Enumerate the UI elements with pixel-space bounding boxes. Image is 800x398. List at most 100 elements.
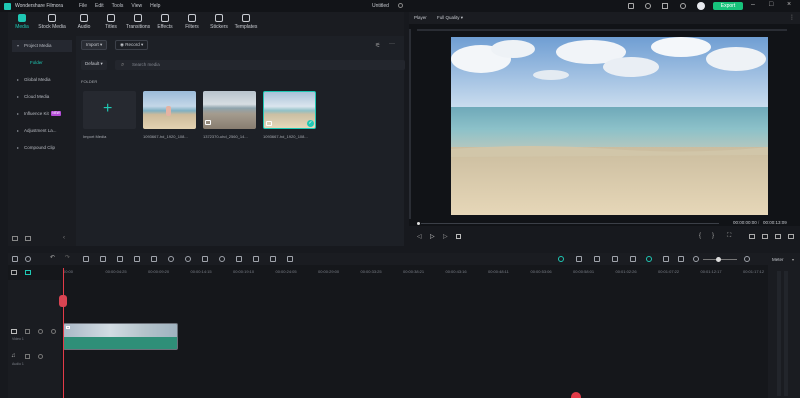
more-icon[interactable]: ···: [389, 41, 395, 47]
mute-icon[interactable]: [38, 329, 43, 334]
next-frame-icon[interactable]: ▷: [443, 233, 448, 240]
select-tool-icon[interactable]: [25, 256, 31, 262]
more-icon[interactable]: ⋮: [789, 14, 795, 21]
menu-edit[interactable]: Edit: [95, 3, 104, 9]
redo-icon[interactable]: ↷: [65, 254, 71, 261]
link-icon[interactable]: [25, 270, 31, 275]
sidebar-item-compound-clip[interactable]: ▸ Compound Clip: [12, 142, 72, 154]
undo-icon[interactable]: ↶: [50, 254, 56, 261]
adjust-icon[interactable]: [236, 256, 242, 262]
mute-icon[interactable]: [38, 354, 43, 359]
previous-frame-icon[interactable]: ◁: [417, 233, 422, 240]
ruler-tick: 00:00:19:10: [233, 269, 255, 274]
tab-titles[interactable]: Titles: [97, 14, 125, 30]
sidebar-item-influence-kit[interactable]: ▸ Influence Kit NEW: [12, 108, 72, 120]
play-icon[interactable]: ▷: [430, 233, 435, 240]
maximize-icon[interactable]: □: [769, 1, 773, 8]
grid-icon[interactable]: [678, 256, 684, 262]
marker-icon[interactable]: [594, 256, 600, 262]
add-track-icon[interactable]: [11, 270, 17, 275]
fullscreen-icon[interactable]: ⛶: [727, 233, 731, 240]
tab-transitions[interactable]: Transitions: [124, 14, 152, 30]
mark-out-icon[interactable]: }: [712, 233, 714, 239]
eye-icon[interactable]: [51, 329, 56, 334]
collapse-icon[interactable]: ‹: [63, 235, 65, 241]
close-icon[interactable]: ×: [787, 1, 791, 8]
magnet-icon[interactable]: [646, 256, 652, 262]
sort-dropdown[interactable]: Default ▾: [81, 60, 107, 70]
sidebar-item-cloud-media[interactable]: ▸ Cloud Media: [12, 91, 72, 103]
tab-templates[interactable]: Templates: [232, 14, 260, 30]
audio-icon[interactable]: [270, 256, 276, 262]
menu-file[interactable]: File: [79, 3, 87, 9]
sidebar-item-global-media[interactable]: ▸ Global Media: [12, 74, 72, 86]
text-icon[interactable]: [151, 256, 157, 262]
playhead-handle[interactable]: [59, 295, 67, 307]
snapshot-icon[interactable]: [762, 234, 768, 239]
tab-stickers[interactable]: Stickers: [205, 14, 233, 30]
tab-audio[interactable]: Audio: [70, 14, 98, 30]
progress-handle[interactable]: [417, 222, 420, 225]
tab-media[interactable]: Media: [8, 14, 36, 30]
color-icon[interactable]: [185, 256, 191, 262]
sidebar-item-adjustment-layer[interactable]: ▸ Adjustment La...: [12, 125, 72, 137]
media-thumbnail[interactable]: [143, 91, 196, 129]
playhead[interactable]: [63, 268, 64, 398]
volume-icon[interactable]: [775, 234, 781, 239]
media-thumbnail[interactable]: [203, 91, 256, 129]
video-clip[interactable]: [63, 323, 178, 350]
zoom-in-icon[interactable]: [744, 256, 750, 262]
layout-icon[interactable]: [662, 3, 668, 9]
settings-icon[interactable]: [680, 3, 686, 9]
tab-effects[interactable]: Effects: [151, 14, 179, 30]
folder-icon[interactable]: [25, 236, 31, 241]
menu-tools[interactable]: Tools: [112, 3, 124, 9]
lock-icon[interactable]: [25, 329, 30, 334]
info-icon[interactable]: [398, 3, 403, 8]
export-button[interactable]: Export: [713, 2, 743, 10]
new-folder-icon[interactable]: [12, 236, 18, 241]
voiceover-icon[interactable]: [612, 256, 618, 262]
record-button[interactable]: ◉ Record ▾: [115, 40, 149, 50]
expand-icon[interactable]: [788, 234, 794, 239]
tab-filters[interactable]: Filters: [178, 14, 206, 30]
layout-icon[interactable]: [12, 256, 18, 262]
ai-icon[interactable]: [287, 256, 293, 262]
menu-help[interactable]: Help: [150, 3, 160, 9]
zoom-out-icon[interactable]: [693, 256, 699, 262]
filter-icon[interactable]: ⚟: [375, 42, 380, 49]
timeline-ruler[interactable]: 00:00 00:00:04:25 00:00:09:20 00:00:14:15 00…: [63, 268, 764, 280]
search-input[interactable]: ⌕ Search media: [115, 60, 405, 70]
render-icon[interactable]: [576, 256, 582, 262]
crop-icon[interactable]: [117, 256, 123, 262]
tag-icon[interactable]: [202, 256, 208, 262]
speed-icon[interactable]: [219, 256, 225, 262]
notification-icon[interactable]: [645, 3, 651, 9]
display-icon[interactable]: [749, 234, 755, 239]
delete-icon[interactable]: [83, 256, 89, 262]
progress-track[interactable]: [421, 223, 719, 224]
auto-ripple-icon[interactable]: [558, 256, 564, 262]
stop-icon[interactable]: [456, 234, 461, 239]
sidebar-item-project-media[interactable]: ▾ Project Media: [12, 40, 72, 52]
view-icon[interactable]: [663, 256, 669, 262]
sidebar-item-folder[interactable]: Folder: [30, 60, 43, 65]
trim-icon[interactable]: [134, 256, 140, 262]
snap-icon[interactable]: [630, 256, 636, 262]
chevron-down-icon[interactable]: ▾: [792, 257, 794, 262]
zoom-icon[interactable]: [168, 256, 174, 262]
minimize-icon[interactable]: –: [751, 1, 755, 8]
quality-dropdown[interactable]: Full Quality ▾: [437, 15, 463, 21]
keyframe-icon[interactable]: [253, 256, 259, 262]
zoom-slider-handle[interactable]: [716, 257, 721, 262]
menu-view[interactable]: View: [131, 3, 142, 9]
mark-in-icon[interactable]: {: [699, 233, 701, 239]
lock-icon[interactable]: [25, 354, 30, 359]
import-media-card[interactable]: +: [83, 91, 136, 129]
cloud-icon[interactable]: [628, 3, 634, 9]
split-icon[interactable]: [100, 256, 106, 262]
import-button[interactable]: Import ▾: [81, 40, 108, 50]
media-thumbnail[interactable]: ✓: [263, 91, 316, 129]
tab-stock-media[interactable]: Stock Media: [38, 14, 66, 30]
avatar[interactable]: [697, 2, 705, 10]
